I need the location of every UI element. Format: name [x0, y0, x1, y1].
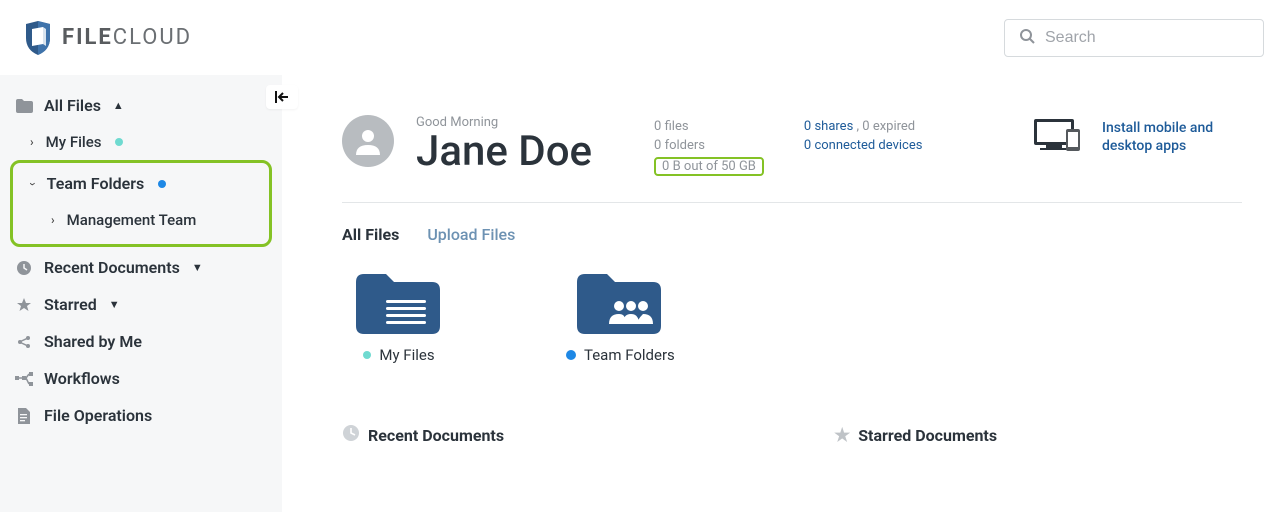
nav-all-files-label: All Files — [44, 96, 101, 115]
section-starred-label: Starred Documents — [858, 426, 997, 445]
brand-name: FILECLOUD — [62, 25, 192, 50]
nav-starred[interactable]: Starred ▼ — [0, 286, 282, 323]
user-avatar[interactable] — [342, 115, 394, 167]
section-headers: Recent Documents ★ Starred Documents — [342, 424, 1242, 446]
install-apps[interactable]: Install mobile and desktop apps — [1030, 115, 1242, 159]
search-box[interactable] — [1004, 19, 1264, 57]
chevron-down-icon: › — [26, 182, 40, 186]
tile-team-folders[interactable]: Team Folders — [562, 270, 675, 364]
nav-workflows[interactable]: Workflows — [0, 360, 282, 397]
stat-folders: 0 folders — [654, 138, 764, 153]
nav-my-files[interactable]: › My Files — [0, 124, 282, 160]
star-icon — [14, 297, 34, 313]
search-icon — [1019, 28, 1035, 48]
tile-my-files-label: My Files — [379, 346, 434, 364]
nav-management-team-label: Management Team — [67, 211, 197, 229]
header: FILECLOUD — [0, 0, 1282, 75]
nav-workflows-label: Workflows — [44, 369, 120, 388]
install-apps-label: Install mobile and desktop apps — [1102, 119, 1242, 155]
clock-icon — [342, 424, 360, 446]
caret-up-icon: ▲ — [113, 99, 124, 112]
file-icon — [14, 408, 34, 424]
tab-all-files[interactable]: All Files — [342, 225, 399, 244]
stat-files: 0 files — [654, 119, 764, 134]
share-icon — [14, 334, 34, 350]
nav-team-folders-label: Team Folders — [47, 174, 145, 193]
dashboard-hero: Good Morning Jane Doe 0 files 0 folders … — [342, 115, 1242, 203]
search-input[interactable] — [1045, 29, 1249, 47]
clock-icon — [14, 260, 34, 276]
sidebar: All Files ▲ › My Files › Team Folders › … — [0, 75, 282, 512]
username: Jane Doe — [416, 130, 592, 174]
chevron-right-icon: › — [30, 135, 34, 149]
devices-icon — [1030, 115, 1088, 159]
section-recent-label: Recent Documents — [368, 426, 504, 445]
folder-tiles: My Files Team Fo — [342, 270, 1242, 364]
caret-down-icon: ▼ — [109, 298, 120, 311]
status-dot-blue — [158, 180, 166, 188]
nav-shared-by-me[interactable]: Shared by Me — [0, 323, 282, 360]
status-dot-blue — [566, 350, 576, 360]
status-dot-teal — [115, 138, 123, 146]
folder-lines-icon — [352, 270, 442, 336]
tile-team-folders-label: Team Folders — [584, 346, 675, 364]
nav-shared-by-me-label: Shared by Me — [44, 332, 142, 351]
nav-starred-label: Starred — [44, 295, 97, 314]
star-icon: ★ — [834, 425, 850, 446]
nav-recent-documents-label: Recent Documents — [44, 258, 180, 277]
caret-down-icon: ▼ — [192, 261, 203, 274]
filecloud-shield-icon — [22, 20, 54, 56]
workflow-icon — [14, 372, 34, 386]
stats: 0 files 0 folders 0 B out of 50 GB 0 sha… — [654, 119, 922, 176]
nav-my-files-label: My Files — [46, 133, 102, 151]
folder-team-icon — [573, 270, 663, 336]
stat-shares: 0 shares , 0 expired — [804, 119, 923, 134]
status-dot-teal — [363, 351, 371, 359]
annotation-highlight: › Team Folders › Management Team — [10, 160, 272, 247]
nav-management-team[interactable]: › Management Team — [13, 202, 269, 238]
tile-my-files[interactable]: My Files — [352, 270, 442, 364]
nav-all-files[interactable]: All Files ▲ — [0, 87, 282, 124]
nav-file-operations[interactable]: File Operations — [0, 397, 282, 434]
section-starred-documents: ★ Starred Documents — [834, 424, 997, 446]
chevron-right-icon: › — [51, 213, 55, 227]
tab-upload-files[interactable]: Upload Files — [427, 225, 515, 244]
section-recent-documents: Recent Documents — [342, 424, 504, 446]
stat-storage-highlight: 0 B out of 50 GB — [654, 157, 764, 176]
nav-recent-documents[interactable]: Recent Documents ▼ — [0, 249, 282, 286]
nav-file-operations-label: File Operations — [44, 406, 152, 425]
content-tabs: All Files Upload Files — [342, 225, 1242, 244]
folder-icon — [14, 99, 34, 113]
main-content: Good Morning Jane Doe 0 files 0 folders … — [282, 75, 1282, 512]
nav-team-folders[interactable]: › Team Folders — [13, 165, 269, 202]
stat-devices[interactable]: 0 connected devices — [804, 138, 923, 153]
brand-logo[interactable]: FILECLOUD — [22, 20, 192, 56]
